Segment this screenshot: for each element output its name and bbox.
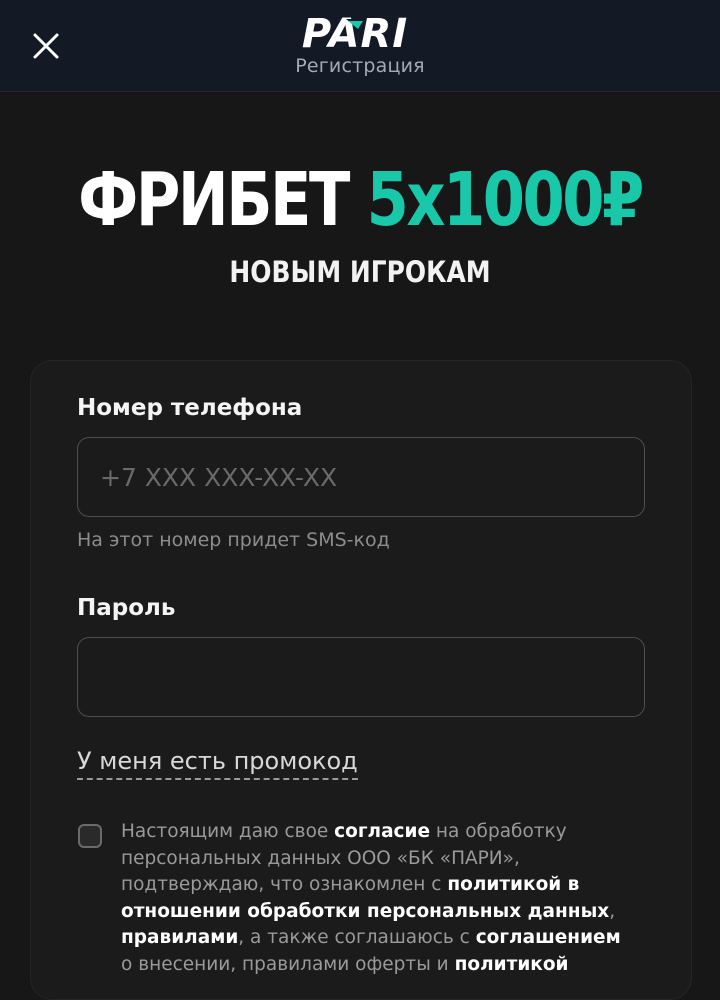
page-subtitle: Регистрация xyxy=(295,55,425,77)
promo-headline: ФРИБЕТ 5х1000₽ xyxy=(65,150,655,250)
phone-hint: На этот номер придет SMS-код xyxy=(77,529,390,551)
consent-text-part: , а также соглашаюсь с xyxy=(238,927,476,948)
password-label: Пароль xyxy=(77,595,176,621)
consent-text-part: Настоящим даю свое xyxy=(121,821,335,842)
brand-wordmark: PARI xyxy=(302,11,408,56)
promo-headline-main: ФРИБЕТ xyxy=(78,157,350,243)
promo-subline: НОВЫМ ИГРОКАМ xyxy=(229,255,491,289)
phone-label: Номер телефона xyxy=(77,395,303,421)
consent-text-part: , xyxy=(609,900,616,922)
promo-headline-amount: 5х1000₽ xyxy=(366,157,645,243)
registration-form: Номер телефона На этот номер придет SMS-… xyxy=(30,360,692,1000)
policy-link[interactable]: политикой xyxy=(455,954,569,975)
password-input[interactable] xyxy=(77,637,645,717)
rules-link[interactable]: правилами xyxy=(121,927,238,948)
consent-text-part: о внесении, правилами оферты и xyxy=(121,953,455,975)
pari-logo: PARI xyxy=(302,11,408,56)
promocode-link[interactable]: У меня есть промокод xyxy=(77,747,358,780)
agreement-link[interactable]: соглашением xyxy=(476,927,621,948)
app-header: PARI Регистрация xyxy=(0,0,720,92)
consent-text: Настоящим даю свое согласие на обработку… xyxy=(121,819,621,978)
consent-link[interactable]: согласие xyxy=(334,821,430,842)
phone-input[interactable] xyxy=(77,437,645,517)
consent-checkbox[interactable] xyxy=(78,824,102,848)
